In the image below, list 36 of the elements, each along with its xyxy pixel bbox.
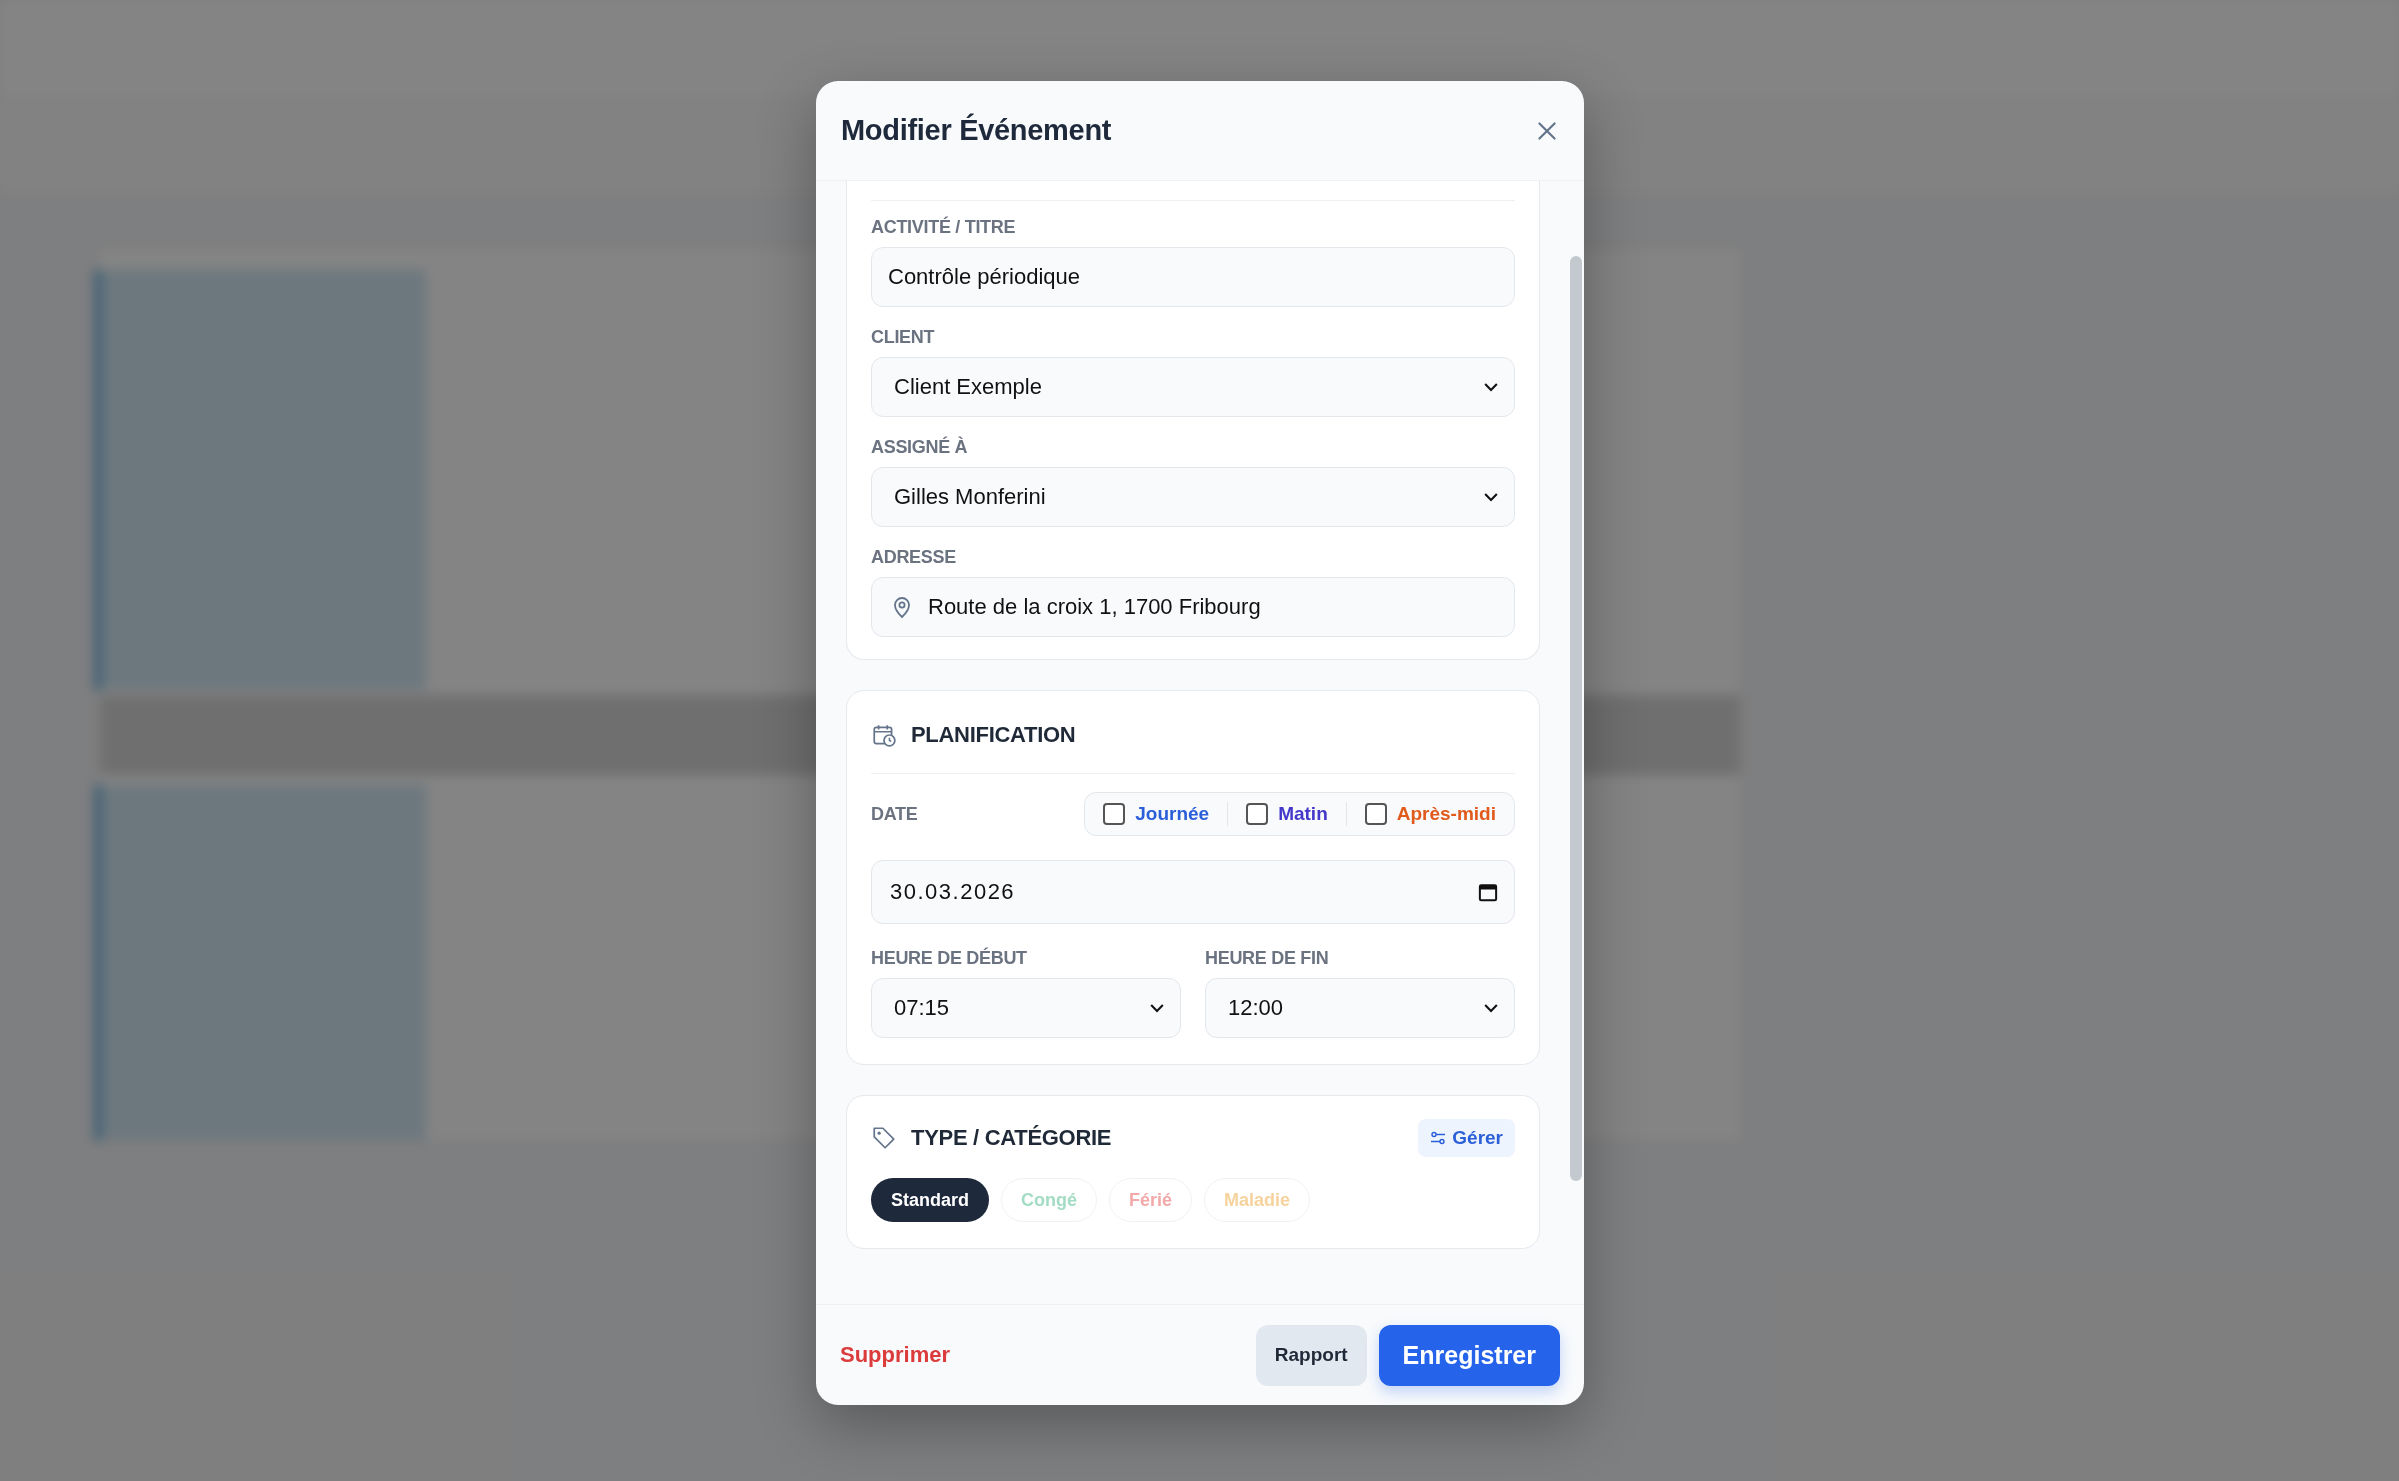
calendar-icon [1478, 882, 1498, 902]
report-button[interactable]: Rapport [1255, 1324, 1367, 1386]
chevron-icon [1484, 492, 1498, 502]
section-title: PLANIFICATION [911, 722, 1077, 748]
select-field[interactable]: Gilles Monferini [871, 467, 1515, 527]
chevron-icon [1150, 1003, 1164, 1013]
checkbox[interactable] [1246, 803, 1269, 825]
field-label: ADRESSE [871, 547, 957, 568]
option-label: Matin [1278, 803, 1328, 825]
save-button[interactable]: Enregistrer [1378, 1324, 1560, 1386]
address-input[interactable]: Route de la croix 1, 1700 Fribourg [871, 577, 1515, 637]
field-label: CLIENT [871, 327, 936, 348]
option-label: Journée [1135, 803, 1210, 825]
delete-button[interactable]: Supprimer [840, 1342, 951, 1368]
field-label: ASSIGNÉ À [871, 437, 969, 458]
field-label: DATE [871, 803, 918, 825]
dialog-title: Modifier Événement [841, 114, 1113, 147]
tag-icon [871, 1125, 897, 1151]
field-label: HEURE DE DÉBUT [871, 948, 1028, 969]
select-field[interactable]: Client Exemple [871, 357, 1515, 417]
field-label: ACTIVITÉ / TITRE [871, 217, 1017, 238]
category-chip[interactable]: Standard [871, 1178, 989, 1222]
chevron-icon [1484, 382, 1498, 392]
checkbox[interactable] [1364, 803, 1387, 825]
end-time-select[interactable]: 12:00 [1205, 978, 1515, 1038]
sliders-icon [1430, 1130, 1447, 1146]
field-label: HEURE DE FIN [1205, 948, 1330, 969]
option-label: Après-midi [1396, 803, 1496, 825]
chevron-icon [1484, 1003, 1498, 1013]
title-input[interactable]: Contrôle périodique [871, 247, 1515, 307]
date-input[interactable]: 30.03.2026 [871, 860, 1515, 924]
checkbox[interactable] [1103, 803, 1126, 825]
start-time-select[interactable]: 07:15 [871, 978, 1181, 1038]
calendar-clock-icon [871, 722, 897, 748]
section-title: TYPE / CATÉGORIE [911, 1125, 1113, 1151]
manage-button[interactable]: Gérer [1418, 1119, 1515, 1157]
